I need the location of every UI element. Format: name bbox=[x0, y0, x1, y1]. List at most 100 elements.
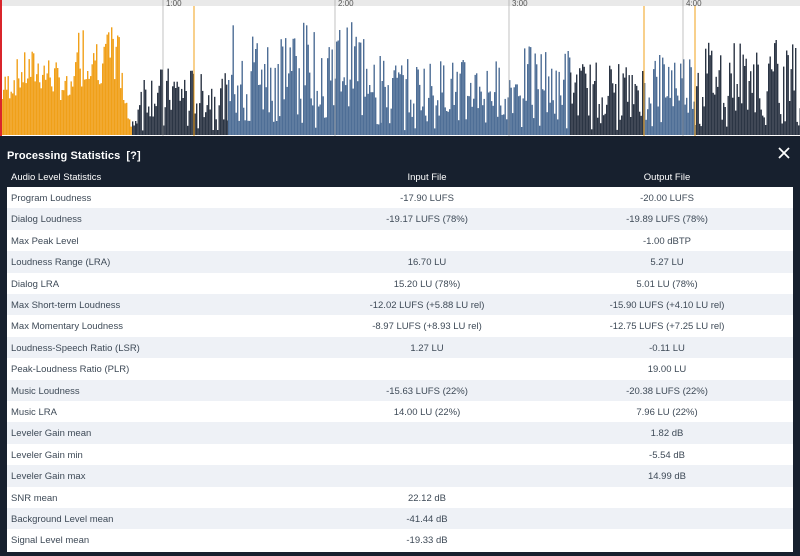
waveform-bar bbox=[346, 27, 348, 135]
waveform-bar bbox=[209, 109, 211, 135]
waveform-bar bbox=[662, 57, 664, 135]
waveform-bar bbox=[669, 97, 671, 135]
waveform-bar bbox=[319, 104, 321, 135]
waveform-bar bbox=[573, 92, 575, 135]
output-value: 19.00 LU bbox=[647, 364, 687, 376]
waveform-bar bbox=[55, 62, 57, 135]
waveform-bar bbox=[221, 78, 223, 135]
waveform-bar bbox=[157, 92, 159, 135]
waveform-bar bbox=[30, 76, 32, 135]
timeline-ruler[interactable] bbox=[0, 0, 800, 6]
waveform-bar bbox=[283, 99, 285, 135]
help-link[interactable]: [?] bbox=[126, 150, 140, 162]
waveform-timeline[interactable]: 1:00 2:00 3:00 4:00 bbox=[0, 0, 800, 136]
waveform-bar bbox=[103, 46, 105, 135]
waveform-bar bbox=[259, 84, 261, 135]
row-label: Music LRA bbox=[11, 407, 57, 418]
waveform-bar bbox=[258, 85, 260, 135]
waveform-bar bbox=[459, 73, 461, 135]
waveform-bar bbox=[10, 91, 12, 135]
waveform-bar bbox=[151, 80, 153, 135]
waveform-bar bbox=[450, 78, 452, 135]
waveform-bar bbox=[689, 59, 691, 135]
waveform-bar bbox=[172, 86, 174, 135]
waveform-bar bbox=[603, 115, 605, 135]
waveform-bar bbox=[36, 74, 38, 135]
waveform-bar bbox=[249, 120, 251, 135]
waveform-bar bbox=[604, 113, 606, 135]
timeline-tick-label: 1:00 bbox=[166, 0, 182, 8]
waveform-bar bbox=[591, 129, 593, 135]
waveform-bar bbox=[453, 105, 455, 135]
waveform-bar bbox=[218, 105, 220, 135]
waveform-bar bbox=[148, 106, 150, 135]
waveform-bar bbox=[583, 66, 585, 135]
output-value: -15.90 LUFS (+4.10 LU rel) bbox=[609, 300, 725, 311]
waveform-bar bbox=[419, 84, 421, 135]
table-row: Max Peak Level -1.00 dBTP bbox=[7, 229, 793, 252]
waveform-bar bbox=[730, 73, 732, 135]
waveform-bar bbox=[42, 74, 44, 135]
stats-table: Program Loudness -17.90 LUFS -20.00 LUFS Di… bbox=[7, 187, 793, 552]
waveform-bar bbox=[699, 123, 701, 135]
waveform-bar bbox=[331, 49, 333, 135]
waveform-bar bbox=[672, 106, 674, 135]
waveform-bar bbox=[786, 50, 788, 135]
waveform-bar bbox=[333, 105, 335, 135]
waveform-bar bbox=[613, 92, 615, 135]
waveform-bar bbox=[120, 88, 122, 135]
waveform-bar bbox=[142, 130, 144, 135]
waveform-bar bbox=[540, 54, 542, 136]
waveform-bar bbox=[96, 44, 98, 136]
table-row: Peak-Loudness Ratio (PLR) 19.00 LU bbox=[7, 358, 793, 380]
waveform-bar bbox=[437, 100, 439, 135]
waveform-graphic[interactable]: 1:00 2:00 3:00 4:00 bbox=[0, 0, 800, 136]
row-label: Music Loudness bbox=[11, 385, 80, 397]
waveform-bar bbox=[536, 64, 538, 135]
waveform-bar bbox=[61, 90, 63, 135]
waveform-bar bbox=[185, 91, 187, 135]
waveform-bar bbox=[642, 71, 644, 135]
waveform-bar bbox=[206, 105, 208, 135]
waveform-bar bbox=[197, 128, 199, 135]
waveform-bar bbox=[90, 76, 92, 135]
waveform-bar bbox=[441, 92, 443, 135]
row-label: Leveler Gain mean bbox=[11, 428, 92, 440]
waveform-bar bbox=[554, 113, 556, 135]
waveform-bar bbox=[58, 77, 60, 135]
waveform-bar bbox=[435, 105, 437, 135]
waveform-bar bbox=[330, 80, 332, 135]
waveform-bar bbox=[264, 64, 266, 135]
waveform-bar bbox=[653, 69, 655, 135]
waveform-bar bbox=[243, 107, 245, 135]
waveform-bar bbox=[686, 97, 688, 135]
header-output-file: Output File bbox=[643, 172, 691, 183]
waveform-bar bbox=[428, 97, 430, 135]
waveform-bar bbox=[295, 56, 297, 135]
waveform-bar bbox=[687, 112, 689, 135]
output-value: 1.82 dB bbox=[650, 428, 684, 440]
waveform-bar bbox=[66, 76, 68, 135]
waveform-bar bbox=[231, 74, 233, 135]
row-label: Max Peak Level bbox=[11, 235, 79, 247]
waveform-bar bbox=[387, 85, 389, 135]
waveform-bar bbox=[482, 105, 484, 135]
waveform-bar bbox=[426, 121, 428, 135]
waveform-bar bbox=[637, 90, 639, 135]
waveform-bar bbox=[718, 70, 720, 135]
waveform-bar bbox=[531, 104, 533, 135]
waveform-bar bbox=[574, 82, 576, 135]
table-row: SNR mean 22.12 dB bbox=[7, 486, 793, 508]
waveform-bar bbox=[240, 84, 242, 135]
waveform-bar bbox=[72, 86, 74, 135]
playhead-marker[interactable] bbox=[0, 0, 2, 136]
waveform-bar bbox=[261, 69, 263, 135]
timeline-tick-label: 2:00 bbox=[338, 0, 354, 8]
waveform-bar bbox=[473, 98, 475, 135]
waveform-bar bbox=[49, 77, 51, 135]
waveform-bar bbox=[582, 64, 584, 135]
waveform-bar bbox=[22, 82, 24, 135]
waveform-bar bbox=[757, 64, 759, 135]
table-row: Background Level mean -41.44 dB bbox=[7, 508, 793, 530]
close-button[interactable] bbox=[776, 145, 792, 161]
